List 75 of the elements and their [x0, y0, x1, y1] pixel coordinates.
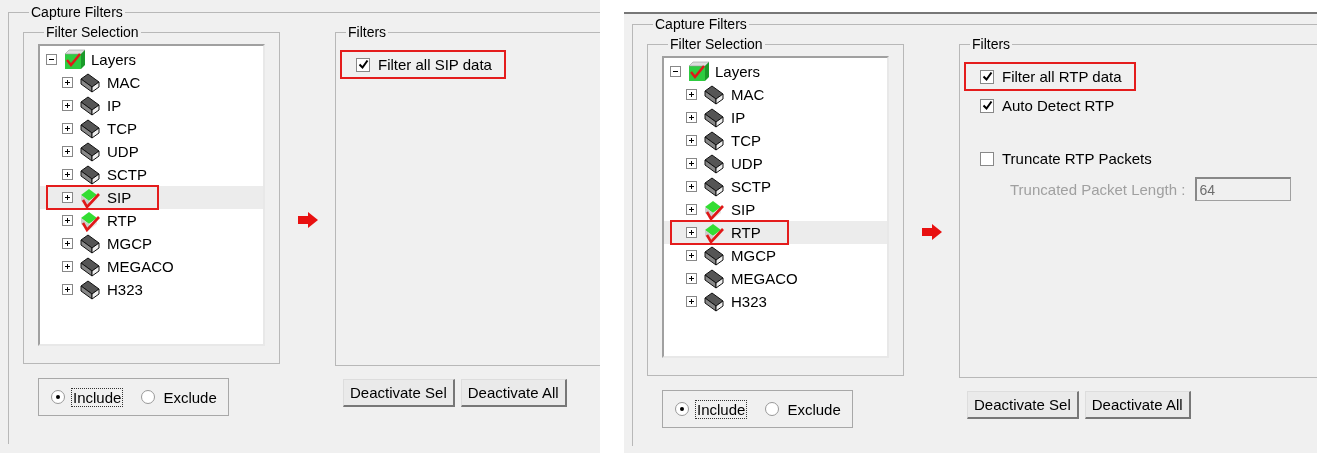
expand-icon[interactable]	[686, 273, 697, 284]
tree-item[interactable]: UDP	[731, 155, 763, 172]
collapse-icon[interactable]	[670, 66, 681, 77]
tree-item[interactable]: IP	[731, 109, 746, 126]
group-title: Filter Selection	[45, 24, 140, 40]
checkbox[interactable]	[356, 57, 370, 72]
expand-icon[interactable]	[62, 215, 73, 226]
tree-item[interactable]: MGCP	[731, 247, 776, 264]
tree-item[interactable]: Layers	[715, 63, 761, 80]
expand-icon[interactable]	[62, 261, 73, 272]
expand-icon[interactable]	[62, 169, 73, 180]
radio-button[interactable]	[765, 402, 780, 416]
group-title: Filters	[971, 36, 1012, 52]
selected-row[interactable]: RTP	[664, 221, 887, 244]
checkbox-label[interactable]: Filter all SIP data	[378, 56, 492, 73]
group-title: Filter Selection	[669, 36, 764, 52]
tree-item[interactable]: SIP	[107, 189, 132, 206]
expand-icon[interactable]	[686, 135, 697, 146]
tree-item[interactable]: MEGACO	[731, 270, 798, 287]
tree-item[interactable]: SCTP	[107, 166, 147, 183]
tree-item[interactable]: SIP	[731, 201, 756, 218]
group-title: Capture Filters	[654, 16, 748, 32]
expand-icon[interactable]	[686, 204, 697, 215]
tree-item[interactable]: SCTP	[731, 178, 771, 195]
arrow-icon	[921, 224, 942, 240]
radio-button[interactable]	[141, 390, 156, 404]
checkbox[interactable]	[980, 98, 994, 113]
tree-item[interactable]: H323	[107, 281, 143, 298]
deactivate-button[interactable]: Deactivate All	[1084, 391, 1191, 419]
expand-icon[interactable]	[686, 158, 697, 169]
collapse-icon[interactable]	[46, 54, 57, 65]
radio-button[interactable]	[675, 402, 689, 416]
tree-item[interactable]: TCP	[107, 120, 137, 137]
tree-item[interactable]: RTP	[107, 212, 137, 229]
expand-icon[interactable]	[62, 238, 73, 249]
deactivate-button[interactable]: Deactivate Sel	[967, 391, 1079, 419]
deactivate-button[interactable]: Deactivate Sel	[343, 379, 455, 407]
tree-item[interactable]: MEGACO	[107, 258, 174, 275]
selected-row[interactable]: SIP	[40, 186, 263, 209]
checkbox-label[interactable]: Filter all RTP data	[1002, 68, 1122, 85]
expand-icon[interactable]	[686, 227, 697, 238]
expand-icon[interactable]	[686, 89, 697, 100]
expand-icon[interactable]	[62, 284, 73, 295]
tree-item[interactable]: RTP	[731, 224, 761, 241]
field-label: Truncated Packet Length :	[1010, 180, 1186, 198]
expand-icon[interactable]	[686, 112, 697, 123]
expand-icon[interactable]	[686, 296, 697, 307]
expand-icon[interactable]	[62, 192, 73, 203]
tree-item[interactable]: MGCP	[107, 235, 152, 252]
group-title: Capture Filters	[30, 4, 124, 20]
tree-item[interactable]: UDP	[107, 143, 139, 160]
radio-button[interactable]	[51, 390, 65, 404]
tree-item[interactable]: Layers	[91, 51, 137, 68]
radio-label[interactable]: Exclude	[785, 399, 843, 419]
checkbox-label[interactable]: Auto Detect RTP	[1002, 97, 1115, 114]
expand-icon[interactable]	[62, 146, 73, 157]
deactivate-button[interactable]: Deactivate All	[460, 379, 567, 407]
expand-icon[interactable]	[686, 181, 697, 192]
expand-icon[interactable]	[62, 123, 73, 134]
arrow-icon	[297, 212, 318, 228]
checkbox[interactable]	[980, 69, 994, 84]
radio-label[interactable]: Exclude	[161, 387, 219, 407]
expand-icon[interactable]	[62, 77, 73, 88]
checkbox-label[interactable]: Truncate RTP Packets	[1002, 150, 1152, 167]
expand-icon[interactable]	[686, 250, 697, 261]
tree-item[interactable]: IP	[107, 97, 122, 114]
tree-item[interactable]: TCP	[731, 132, 761, 149]
tree-item[interactable]: MAC	[731, 86, 765, 103]
tree-item[interactable]: MAC	[107, 74, 141, 91]
radio-label[interactable]: Include	[695, 399, 748, 419]
group-title: Filters	[347, 24, 388, 40]
checkbox[interactable]	[980, 151, 994, 166]
expand-icon[interactable]	[62, 100, 73, 111]
tree-item[interactable]: H323	[731, 293, 767, 310]
radio-label[interactable]: Include	[71, 387, 124, 407]
